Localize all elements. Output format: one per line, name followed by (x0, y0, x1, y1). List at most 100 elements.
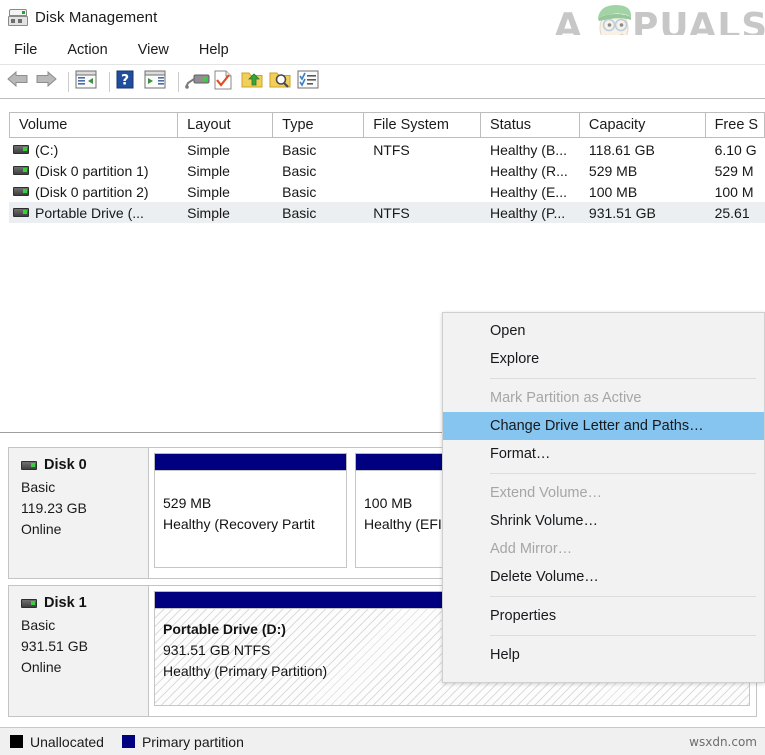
cell-capacity: 118.61 GB (588, 141, 655, 158)
page-title: Disk Management (35, 9, 158, 26)
help-icon[interactable]: ? (116, 70, 142, 94)
context-menu[interactable]: Open Explore Mark Partition as Active Ch… (442, 312, 765, 683)
disk-state: Online (21, 659, 62, 675)
cell-capacity: 529 MB (588, 162, 638, 179)
toolbar-separator (68, 72, 69, 92)
volume-list-header: Volume Layout Type File System Status Ca… (0, 112, 765, 138)
table-row[interactable]: (Disk 0 partition 2) Simple Basic Health… (9, 181, 765, 202)
toolbar-separator (178, 72, 179, 92)
menu-file[interactable]: File (10, 40, 49, 60)
volume-label: (C:) (35, 141, 59, 158)
hard-drive-icon (13, 187, 29, 196)
legend-label-unallocated: Unallocated (30, 733, 104, 750)
ctx-extend-volume: Extend Volume… (490, 485, 603, 501)
disk-management-window: Disk Management A PUALS File Action View… (0, 0, 765, 755)
cell-layout: Simple (187, 183, 230, 200)
table-row[interactable]: (Disk 0 partition 1) Simple Basic Health… (9, 160, 765, 181)
ctx-mark-partition-active: Mark Partition as Active (490, 390, 642, 406)
search-folder-icon[interactable] (269, 70, 295, 94)
cell-status: Healthy (E... (489, 183, 567, 200)
cell-capacity: 931.51 GB (588, 204, 656, 221)
legend-label-primary-partition: Primary partition (141, 733, 244, 750)
task-list-icon[interactable] (297, 70, 323, 94)
disk-type: Basic (21, 617, 56, 633)
cell-file-system: NTFS (373, 141, 410, 158)
column-header-status[interactable]: Status (480, 112, 580, 138)
partition-status: Healthy (Recovery Partit (163, 516, 315, 532)
cell-free-space: 25.61 (714, 204, 750, 221)
volume-label: (Disk 0 partition 1) (35, 162, 149, 179)
ctx-explore[interactable]: Explore (443, 345, 764, 373)
cell-free-space: 6.10 G (714, 141, 757, 158)
upload-folder-icon[interactable] (241, 70, 267, 94)
column-header-capacity[interactable]: Capacity (579, 112, 706, 138)
disk-name: Disk 1 (44, 595, 87, 611)
column-header-volume[interactable]: Volume (9, 112, 179, 138)
ctx-format[interactable]: Format… (443, 440, 764, 468)
ctx-open[interactable]: Open (443, 317, 764, 345)
disk-name: Disk 0 (44, 457, 87, 473)
disk-size: 119.23 GB (21, 500, 87, 516)
volume-label: Portable Drive (... (35, 204, 144, 221)
rescan-disks-icon[interactable] (213, 70, 239, 94)
context-menu-separator (490, 378, 756, 379)
cell-layout: Simple (187, 141, 230, 158)
back-icon[interactable] (6, 70, 32, 94)
context-menu-separator (490, 596, 756, 597)
cell-layout: Simple (187, 162, 230, 179)
cell-volume: Portable Drive (... (9, 205, 178, 221)
table-row[interactable]: Portable Drive (... Simple Basic NTFS He… (9, 202, 765, 223)
ctx-change-drive-letter[interactable]: Change Drive Letter and Paths… (443, 412, 764, 440)
svg-text:?: ? (121, 73, 129, 89)
table-row[interactable]: (C:) Simple Basic NTFS Healthy (B... 118… (9, 139, 765, 160)
forward-icon[interactable] (34, 70, 60, 94)
disk-state: Online (21, 521, 62, 537)
column-header-type[interactable]: Type (273, 112, 365, 138)
legend-swatch-primary-partition (121, 735, 135, 748)
toolbar: ? (0, 66, 765, 98)
hard-drive-icon (13, 208, 29, 217)
disk-management-icon (8, 8, 28, 27)
cell-volume: (Disk 0 partition 2) (9, 184, 178, 200)
toolbar-separator (109, 72, 110, 92)
menu-view[interactable]: View (134, 40, 181, 60)
legend-bar: Unallocated Primary partition wsxdn.com (0, 727, 765, 755)
disk-title-1: Disk 1 (21, 595, 148, 611)
cell-type: Basic (282, 204, 317, 221)
hard-drive-icon (13, 166, 29, 175)
menu-help[interactable]: Help (195, 40, 241, 60)
menu-action[interactable]: Action (63, 40, 119, 60)
disk-properties-icon[interactable] (185, 70, 211, 94)
cell-type: Basic (282, 141, 317, 158)
hard-drive-icon (21, 598, 37, 608)
cell-type: Basic (282, 162, 317, 179)
partition-block[interactable]: 529 MB Healthy (Recovery Partit (154, 453, 347, 571)
ctx-properties[interactable]: Properties (443, 602, 764, 630)
ctx-delete-volume[interactable]: Delete Volume… (443, 563, 764, 591)
show-hide-action-pane-icon[interactable] (144, 70, 170, 94)
disk-info-1: Disk 1 Basic 931.51 GB Online (9, 586, 149, 716)
column-header-layout[interactable]: Layout (178, 112, 274, 138)
cell-status: Healthy (P... (489, 204, 566, 221)
disk-size: 931.51 GB (21, 638, 88, 654)
disk-type: Basic (21, 479, 56, 495)
show-hide-console-tree-icon[interactable] (75, 70, 101, 94)
ctx-help[interactable]: Help (443, 641, 764, 669)
ctx-shrink-volume[interactable]: Shrink Volume… (443, 507, 764, 535)
cell-file-system: NTFS (373, 204, 410, 221)
context-menu-separator (490, 635, 756, 636)
title-bar: Disk Management (0, 0, 765, 35)
disk-title-0: Disk 0 (21, 457, 148, 473)
cell-layout: Simple (187, 204, 230, 221)
cell-capacity: 100 MB (588, 183, 638, 200)
partition-size: 529 MB (163, 495, 212, 511)
ctx-add-mirror: Add Mirror… (490, 541, 573, 557)
cell-free-space: 100 M (714, 183, 754, 200)
cell-status: Healthy (R... (489, 162, 568, 179)
legend-swatch-unallocated (10, 735, 23, 748)
menu-bar: File Action View Help (0, 35, 765, 65)
column-header-file-system[interactable]: File System (364, 112, 481, 138)
cell-status: Healthy (B... (489, 141, 567, 158)
column-header-free-space[interactable]: Free S (705, 112, 765, 138)
disk-info-0: Disk 0 Basic 119.23 GB Online (9, 448, 149, 578)
